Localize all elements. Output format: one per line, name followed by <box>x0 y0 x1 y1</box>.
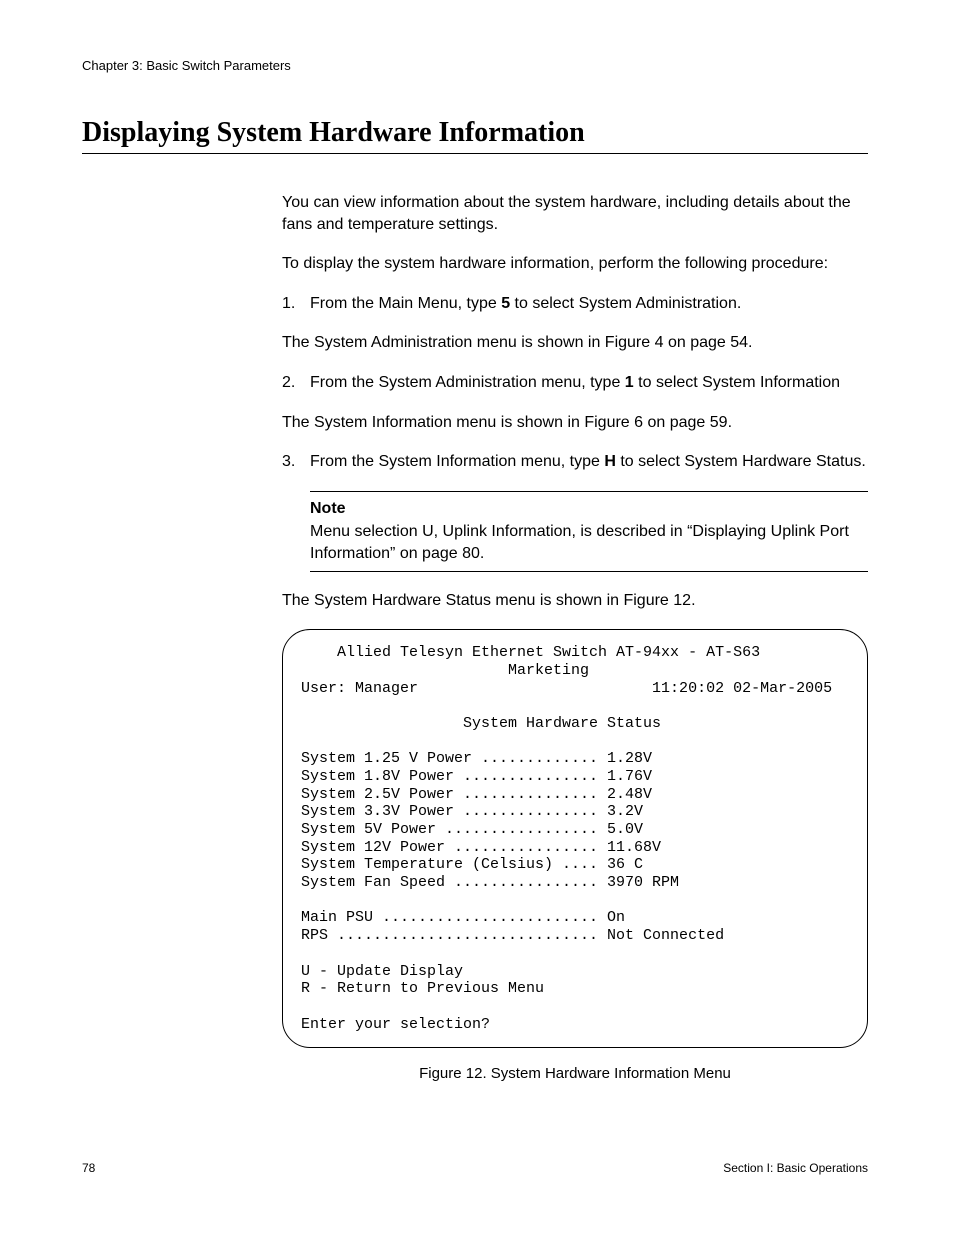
section-label: Section I: Basic Operations <box>723 1161 868 1175</box>
step-text-post: to select System Information <box>634 374 840 391</box>
step-3: 3.From the System Information menu, type… <box>282 451 868 473</box>
after-note-paragraph: The System Hardware Status menu is shown… <box>282 590 868 612</box>
step-number: 1. <box>282 293 310 315</box>
step-text-pre: From the System Information menu, type <box>310 453 604 470</box>
step-key: H <box>604 453 616 470</box>
page-number: 78 <box>82 1161 95 1175</box>
procedure-lead: To display the system hardware informati… <box>282 253 868 275</box>
step-text-pre: From the System Administration menu, typ… <box>310 374 625 391</box>
terminal-output: Allied Telesyn Ethernet Switch AT-94xx -… <box>282 629 868 1048</box>
note-text: Menu selection U, Uplink Information, is… <box>310 523 849 562</box>
step-text-post: to select System Administration. <box>510 295 741 312</box>
chapter-header: Chapter 3: Basic Switch Parameters <box>82 58 868 73</box>
intro-paragraph: You can view information about the syste… <box>282 192 868 235</box>
page: Chapter 3: Basic Switch Parameters Displ… <box>0 0 954 1235</box>
step-key: 5 <box>501 295 510 312</box>
step-key: 1 <box>625 374 634 391</box>
step-text-post: to select System Hardware Status. <box>616 453 866 470</box>
figure-caption: Figure 12. System Hardware Information M… <box>282 1064 868 1084</box>
step-1-follow: The System Administration menu is shown … <box>282 332 868 354</box>
note-box: Note Menu selection U, Uplink Informatio… <box>310 491 868 572</box>
page-footer: 78 Section I: Basic Operations <box>82 1161 868 1175</box>
step-text-pre: From the Main Menu, type <box>310 295 501 312</box>
step-number: 3. <box>282 451 310 473</box>
body-column: You can view information about the syste… <box>282 192 868 1085</box>
section-title: Displaying System Hardware Information <box>82 117 868 154</box>
procedure-steps: 1.From the Main Menu, type 5 to select S… <box>282 293 868 572</box>
step-2-follow: The System Information menu is shown in … <box>282 412 868 434</box>
terminal-figure: Allied Telesyn Ethernet Switch AT-94xx -… <box>282 629 868 1084</box>
step-2: 2.From the System Administration menu, t… <box>282 372 868 394</box>
step-number: 2. <box>282 372 310 394</box>
step-1: 1.From the Main Menu, type 5 to select S… <box>282 293 868 315</box>
note-label: Note <box>310 498 868 520</box>
